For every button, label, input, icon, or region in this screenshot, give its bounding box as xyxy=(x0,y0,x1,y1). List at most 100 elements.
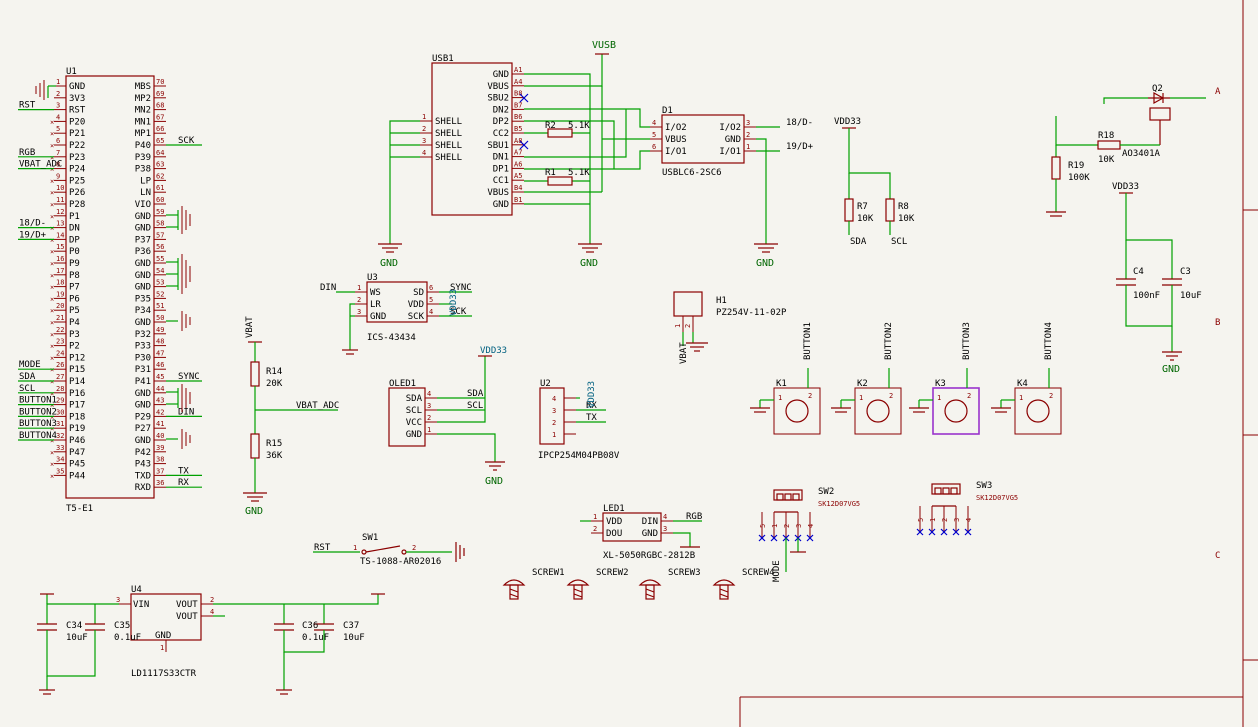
pin-number: 19 xyxy=(56,290,64,298)
button-ref: K4 xyxy=(1017,379,1028,389)
u3-microphone[interactable]: U3 ICS-43434 1 WS2 LR3 GND 6SD5VDD4SCK DIN … xyxy=(320,273,472,355)
usb1-connector[interactable]: USB1 1 SHELL 2 SHELL 3 SHELL 4 SHELL A1 GND A4 VBU… xyxy=(378,40,650,269)
pin-number: 70 xyxy=(156,78,164,86)
net-label: MODE xyxy=(19,360,41,370)
vbat-divider[interactable]: VBAT R14 20K R15 36K VBAT_ADC GND xyxy=(243,316,339,517)
d1-left-pins: 4 I/O2 5 VBUS 6 I/O1 xyxy=(650,119,687,157)
sw3-switch[interactable]: 5 1 2 3 4 SW3 SK12D07VG5 xyxy=(916,481,1018,536)
screw-1[interactable]: SCREW1 xyxy=(502,568,565,600)
led1-rgb-led[interactable]: LED1 XL-5050RGBC-2812B 1 VDD 2 DOU 4 DIN 3 GND… xyxy=(580,504,702,561)
button-pin-number: 2 xyxy=(967,392,971,400)
u1-pin-name: GND xyxy=(135,259,151,269)
u1-pin-name: P3 xyxy=(69,330,80,340)
i2c-pullups[interactable]: VDD33 R7 10K R8 10K SDA SCL xyxy=(834,117,915,247)
pin-number: 57 xyxy=(156,231,164,239)
screw-4[interactable]: SCREW4 xyxy=(712,568,775,600)
button-1[interactable]: K1 1 2 BUTTON1 xyxy=(750,322,821,435)
pin-number: 61 xyxy=(156,184,164,192)
u1-pin-name: P42 xyxy=(135,448,151,458)
pin-number: 2 xyxy=(56,90,60,98)
pin-number: 51 xyxy=(156,302,164,310)
led1-rgb-label: RGB xyxy=(686,512,702,522)
led1-pin-name: GND xyxy=(642,529,658,539)
pin-number: 47 xyxy=(156,349,164,357)
c3-c4-decoupling[interactable]: VDD33 C4 100nF C3 10uF GND xyxy=(1112,182,1202,375)
switch-contact xyxy=(776,493,784,501)
pin-number: 6 xyxy=(56,137,60,145)
pin-number: 54 xyxy=(156,267,164,275)
sw1-net-label: RST xyxy=(314,543,331,553)
u2-vdd-label: VDD33 xyxy=(587,381,597,408)
u1-pin-name: P0 xyxy=(69,247,80,257)
h1-battery-header[interactable]: 1 2 H1 PZ254V-11-02P VBAT xyxy=(673,291,787,364)
no-connect-marker: × xyxy=(50,461,54,469)
oled1-display[interactable]: OLED1 4 SDA 3 SCL 2 VCC 1 GND VDD33 SDA SCL GND xyxy=(388,346,507,487)
u1-pin-name: VIO xyxy=(135,200,151,210)
usb1-pin-name: VBUS xyxy=(487,82,509,92)
u1-module[interactable]: U1 T5-E1 1 GND 2 3V3 3 RST 4 P20 5 P21 6 P22 7 P2 38 P2… xyxy=(18,67,202,514)
u2-uart-header[interactable]: U2 IPCP254M04PB08V 4321 RX TX VDD33 xyxy=(538,379,620,461)
screw-head xyxy=(566,579,590,586)
button-knob xyxy=(944,399,968,423)
no-connect-marker: × xyxy=(50,472,54,480)
d1-esd-protection[interactable]: D1 USBLC6-2SC6 4 I/O2 5 VBUS 6 I/O1 3 I/O2 2 GND… xyxy=(650,106,814,269)
u1-gnd-group-5 xyxy=(166,429,191,449)
pin-number: 31 xyxy=(56,420,64,428)
screw-2[interactable]: SCREW2 xyxy=(566,568,629,600)
pin-number: 4 xyxy=(663,513,667,521)
d1-pin-name: I/O2 xyxy=(665,123,687,133)
u1-pin-name: P46 xyxy=(69,436,85,446)
u1-pin-name: P12 xyxy=(69,353,85,363)
usb1-gnd-left-label: GND xyxy=(380,258,398,269)
u1-pin-name: GND xyxy=(135,212,151,222)
u1-pin-name: P40 xyxy=(135,141,151,151)
pin-number: A1 xyxy=(514,66,522,74)
pin-number: 59 xyxy=(156,208,164,216)
switch-pin-number: 1 xyxy=(771,524,779,528)
c37-value: 10uF xyxy=(343,633,365,643)
r18-value: 10K xyxy=(1098,155,1115,165)
u1-pin-name: GND xyxy=(135,318,151,328)
u3-ref: U3 xyxy=(367,273,378,283)
screw-thread xyxy=(509,588,519,593)
switch-pin-number: 3 xyxy=(795,524,803,528)
button-2[interactable]: K2 1 2 BUTTON2 xyxy=(831,322,902,435)
screw-thread xyxy=(645,593,655,598)
led1-pin-name: VDD xyxy=(606,517,622,527)
net-label: 19/D+ xyxy=(19,230,47,240)
pin-number: 53 xyxy=(156,279,164,287)
sw1-reset-switch[interactable]: RST SW1 TS-1088-AR02016 1 2 xyxy=(313,533,465,567)
sw1-pin-1: 1 xyxy=(353,544,357,552)
pin-number: 4 xyxy=(652,119,656,127)
u4-ldo-regulator[interactable]: U4 LD1117S33CTR VIN 3 VOUT 2 VOUT 4 GND … xyxy=(37,585,385,695)
u3-value: ICS-43434 xyxy=(367,333,416,343)
sw2-mode-switch[interactable]: 5 1 2 3 4 SW2 SK12D07VG5 xyxy=(758,487,860,572)
no-connect-marker: × xyxy=(50,142,54,150)
usb1-pin-name: GND xyxy=(493,70,509,80)
pin-number: 43 xyxy=(156,397,164,405)
u1-pin-name: P9 xyxy=(69,259,80,269)
no-connect-marker: × xyxy=(50,366,54,374)
net-label: SYNC xyxy=(178,372,200,382)
pin-number: 2 xyxy=(422,125,426,133)
switch-contact xyxy=(792,493,800,501)
led1-ref: LED1 xyxy=(603,504,625,514)
u1-gnd-top-left xyxy=(35,80,56,100)
pin-number: 23 xyxy=(56,338,64,346)
h1-pin-2: 2 xyxy=(684,324,692,328)
c3-ref: C3 xyxy=(1180,267,1191,277)
u4-vout1-num: 2 xyxy=(210,596,214,604)
usb1-pin-name: SHELL xyxy=(435,117,462,127)
no-connect-marker: × xyxy=(50,449,54,457)
button-3[interactable]: K3 1 2 BUTTON3 xyxy=(909,322,980,435)
pin-number: B8 xyxy=(514,90,522,98)
pin-number: 1 xyxy=(422,113,426,121)
button-4[interactable]: K4 1 2 BUTTON4 xyxy=(991,322,1062,435)
screw-3[interactable]: SCREW3 xyxy=(638,568,701,600)
pin-number: 13 xyxy=(56,220,64,228)
switch-pin-number: 4 xyxy=(807,524,815,528)
u1-pin-name: P24 xyxy=(69,165,85,175)
u1-pin-name: P4 xyxy=(69,318,80,328)
u1-value: T5-E1 xyxy=(66,504,93,514)
pin-number: 34 xyxy=(56,456,64,464)
